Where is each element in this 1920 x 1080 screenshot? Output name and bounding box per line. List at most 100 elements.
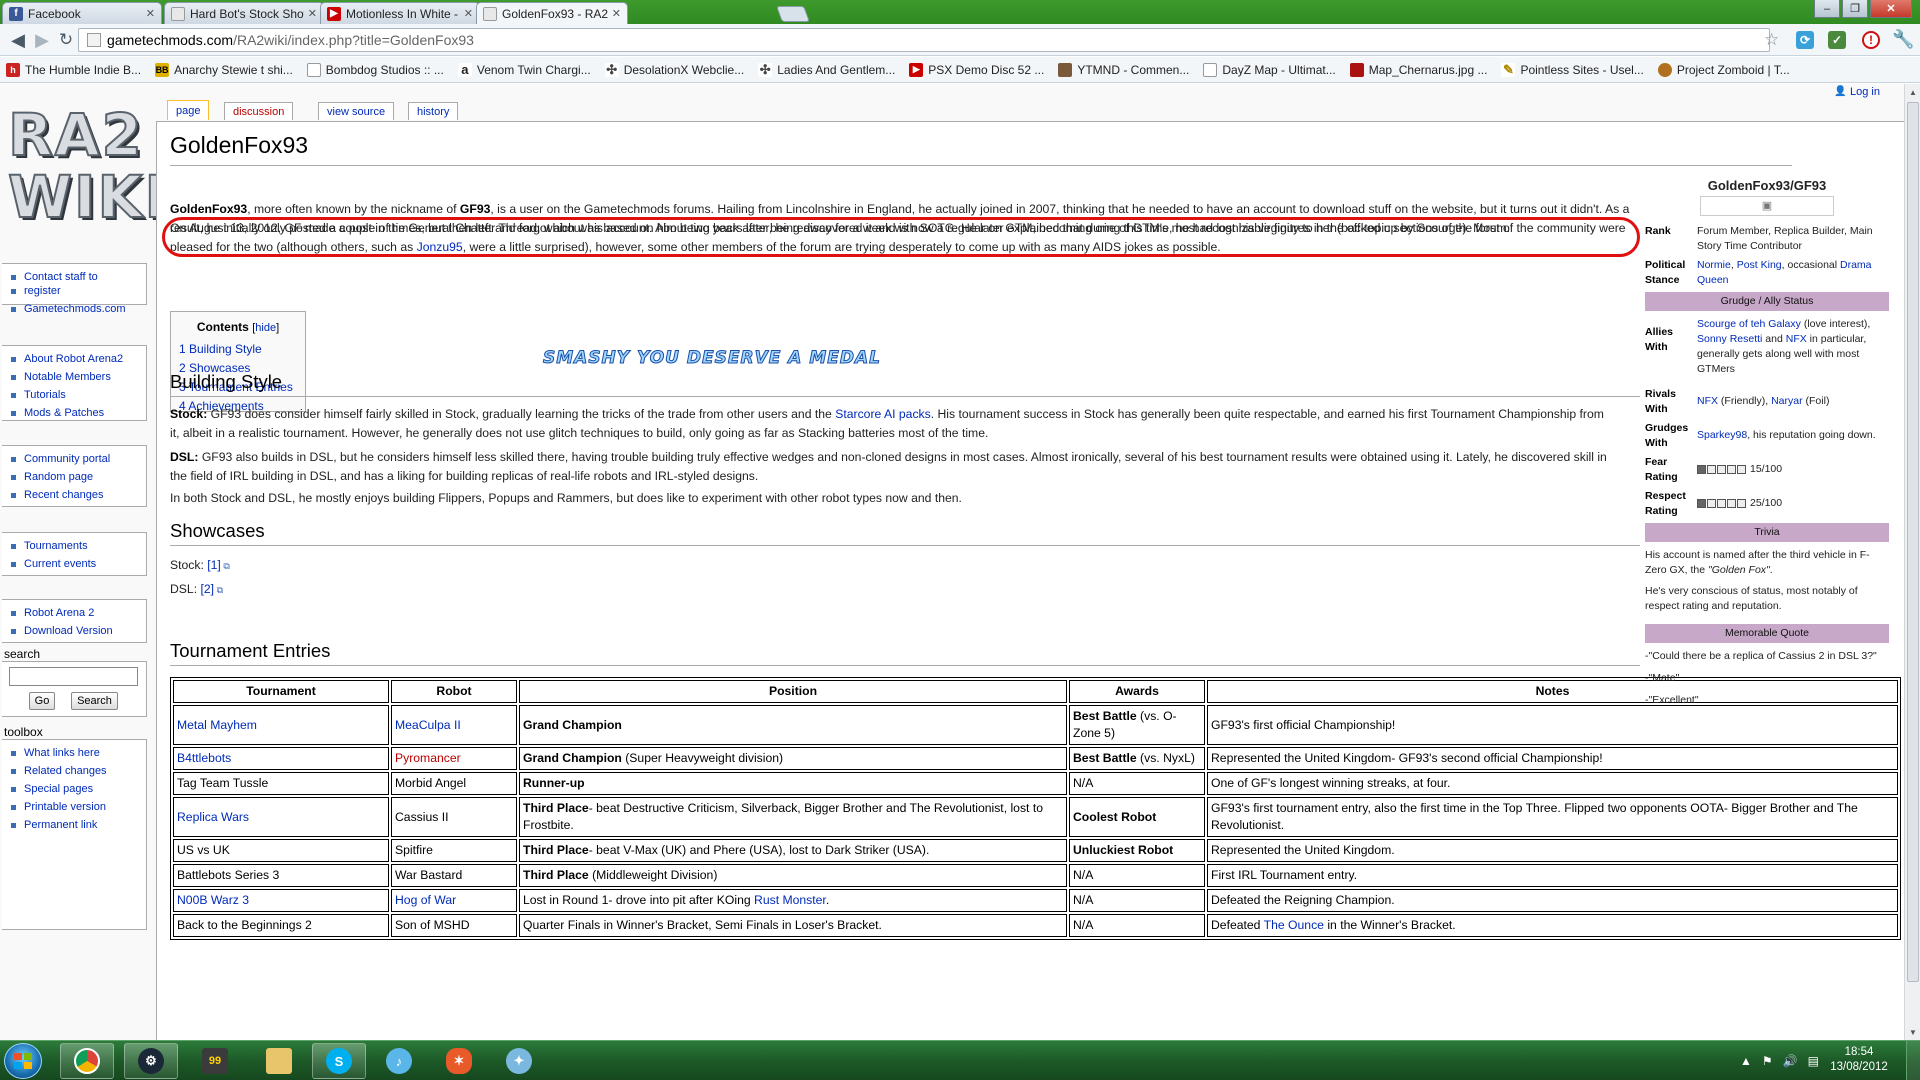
browser-tab-facebook[interactable]: f Facebook ✕ (2, 2, 162, 24)
sidebar-item-community-portal[interactable]: Community portal (11, 450, 146, 468)
taskbar-clock[interactable]: 18:54 13/08/2012 (1816, 1045, 1902, 1075)
search-button[interactable]: Search (71, 692, 118, 710)
toc-hide-link[interactable]: hide (255, 322, 276, 334)
sidebar-item-tutorials[interactable]: Tutorials (11, 386, 146, 404)
reload-icon[interactable]: ↻ (54, 28, 78, 52)
bookmark-item[interactable]: ✣ DesolationX Webclie... (604, 62, 744, 77)
link-jonzu95[interactable]: Jonzu95 (417, 240, 463, 254)
showcase-stock-link[interactable]: [1] (207, 558, 221, 572)
browser-tab-ra2wiki[interactable]: GoldenFox93 - RA2Wiki ✕ (476, 2, 628, 24)
tab-discussion[interactable]: discussion (224, 102, 294, 120)
toolbox-related-changes[interactable]: Related changes (11, 762, 146, 780)
bookmark-item[interactable]: a Venom Twin Chargi... (457, 62, 591, 77)
flag-icon[interactable]: ⚑ (1762, 1054, 1773, 1068)
wiki-logo[interactable]: RA2 WIKI (7, 103, 167, 244)
bookmark-item[interactable]: Project Zomboid | T... (1657, 62, 1790, 77)
login-link[interactable]: 👤 Log in (1834, 86, 1880, 98)
cell-robot[interactable]: Pyromancer (391, 747, 517, 770)
cell-tournament[interactable]: N00B Warz 3 (173, 889, 389, 912)
toolbox-permanent-link[interactable]: Permanent link (11, 816, 146, 834)
link-normie[interactable]: Normie (1697, 259, 1731, 271)
sidebar-item-about[interactable]: About Robot Arena2 (11, 350, 146, 368)
showcase-dsl-link[interactable]: [2] (201, 582, 215, 596)
close-icon[interactable]: ✕ (308, 7, 317, 20)
extension-sync-icon[interactable]: ⟳ (1796, 31, 1814, 49)
sidebar-item-register[interactable]: register (11, 282, 146, 300)
sidebar-item-mods-patches[interactable]: Mods & Patches (11, 404, 146, 422)
sidebar-item-random-page[interactable]: Random page (11, 468, 146, 486)
volume-icon[interactable]: 🔊 (1783, 1054, 1798, 1068)
start-button[interactable] (4, 1043, 42, 1079)
search-input[interactable] (9, 667, 138, 686)
sidebar-item-robot-arena-2[interactable]: Robot Arena 2 (11, 604, 146, 622)
link-sonny-resetti[interactable]: Sonny Resetti (1697, 333, 1762, 345)
toc-item[interactable]: 1 Building Style (179, 340, 297, 359)
show-desktop-button[interactable] (1906, 1041, 1920, 1080)
restore-icon[interactable]: ❐ (1842, 0, 1868, 18)
link-opponent[interactable]: Rust Monster (754, 893, 826, 907)
cell-tournament[interactable]: Replica Wars (173, 797, 389, 837)
sidebar-item-tournaments[interactable]: Tournaments (11, 537, 146, 555)
bookmark-item[interactable]: h The Humble Indie B... (6, 62, 141, 77)
bookmark-item[interactable]: YTMND - Commen... (1058, 62, 1189, 77)
tab-view-source[interactable]: view source (318, 102, 395, 120)
scroll-down-icon[interactable]: ▼ (1905, 1024, 1920, 1040)
taskbar-pidgin[interactable]: ✦ (492, 1043, 546, 1079)
taskbar-itunes[interactable]: ♪ (372, 1043, 426, 1079)
close-icon[interactable]: ✕ (464, 7, 473, 20)
link-starcore-ai-packs[interactable]: Starcore AI packs (835, 407, 931, 421)
link-sparkey98[interactable]: Sparkey98 (1697, 429, 1747, 441)
extension-check-icon[interactable]: ✓ (1828, 31, 1846, 49)
taskbar-skype[interactable]: S (312, 1043, 366, 1079)
bookmark-item[interactable]: DayZ Map - Ultimat... (1203, 62, 1336, 77)
cell-robot[interactable]: MeaCulpa II (391, 705, 517, 745)
link-post-king[interactable]: Post King (1737, 259, 1782, 271)
forward-icon[interactable]: ▶ (30, 28, 54, 52)
bookmark-star-icon[interactable]: ☆ (1764, 30, 1779, 50)
bookmark-item[interactable]: ✣ Ladies And Gentlem... (758, 62, 895, 77)
sidebar-item-download-version[interactable]: Download Version (11, 622, 146, 640)
back-icon[interactable]: ◀ (6, 28, 30, 52)
browser-tab-youtube[interactable]: ▶ Motionless In White - "Abi ✕ (320, 2, 480, 24)
bookmark-item[interactable]: BB Anarchy Stewie t shi... (155, 62, 293, 77)
scroll-up-icon[interactable]: ▲ (1905, 84, 1920, 100)
toolbox-special-pages[interactable]: Special pages (11, 780, 146, 798)
wrench-menu-icon[interactable]: 🔧 (1892, 29, 1914, 50)
close-icon[interactable]: ✕ (612, 7, 621, 20)
taskbar-explorer[interactable] (252, 1043, 306, 1079)
browser-tab-showcase[interactable]: Hard Bot's Stock Showcase ✕ (164, 2, 324, 24)
vertical-scrollbar[interactable]: ▲ ▼ (1904, 84, 1920, 1040)
go-button[interactable]: Go (29, 692, 55, 710)
link-opponent[interactable]: The Ounce (1264, 918, 1324, 932)
sidebar-item-recent-changes[interactable]: Recent changes (11, 486, 146, 504)
sidebar-item-notable-members[interactable]: Notable Members (11, 368, 146, 386)
taskbar-chrome[interactable] (60, 1043, 114, 1079)
tab-page[interactable]: page (167, 100, 210, 120)
cell-robot[interactable]: Hog of War (391, 889, 517, 912)
close-icon[interactable]: ✕ (146, 7, 155, 20)
sidebar-item-current-events[interactable]: Current events (11, 555, 146, 573)
taskbar-app-99[interactable]: 99 (188, 1043, 242, 1079)
bookmark-item[interactable]: Bombdog Studios :: ... (306, 62, 444, 77)
link-scourge[interactable]: Scourge of teh Galaxy (1697, 318, 1801, 330)
taskbar-steam[interactable]: ⚙ (124, 1043, 178, 1079)
cell-tournament[interactable]: Metal Mayhem (173, 705, 389, 745)
scrollbar-thumb[interactable] (1907, 102, 1919, 982)
bookmark-item[interactable]: ▶ PSX Demo Disc 52 ... (909, 62, 1044, 77)
toolbox-what-links-here[interactable]: What links here (11, 744, 146, 762)
link-nfx[interactable]: NFX (1697, 395, 1718, 407)
tab-history[interactable]: history (408, 102, 459, 120)
cell-tournament[interactable]: B4ttlebots (173, 747, 389, 770)
extension-adblock-icon[interactable]: ! (1862, 31, 1880, 49)
address-bar[interactable]: gametechmods.com /RA2wiki/index.php?titl… (78, 28, 1770, 52)
close-window-icon[interactable]: ✕ (1870, 0, 1912, 18)
show-hidden-icons-icon[interactable]: ▲ (1740, 1054, 1752, 1068)
link-nfx[interactable]: NFX (1786, 333, 1807, 345)
bookmark-item[interactable]: Map_Chernarus.jpg ... (1349, 62, 1487, 77)
bookmark-item[interactable]: ✎ Pointless Sites - Usel... (1501, 62, 1644, 77)
sidebar-item-gametechmods[interactable]: Gametechmods.com (11, 300, 146, 318)
toolbox-printable-version[interactable]: Printable version (11, 798, 146, 816)
minimize-icon[interactable]: – (1814, 0, 1840, 18)
link-naryar[interactable]: Naryar (1771, 395, 1803, 407)
taskbar-fish-app[interactable]: ✶ (432, 1043, 486, 1079)
